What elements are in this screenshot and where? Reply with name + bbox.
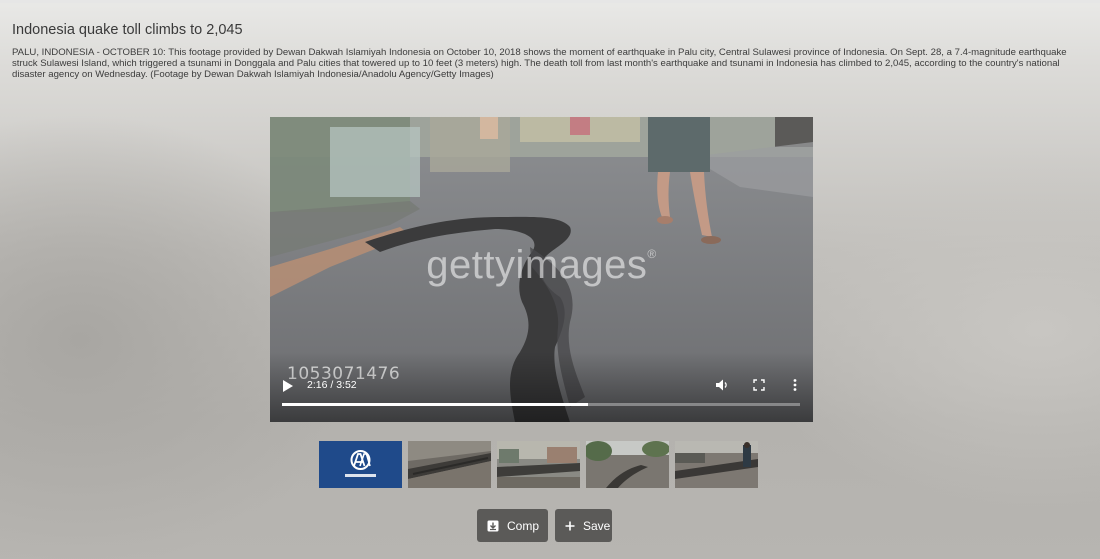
save-button[interactable]: Save — [555, 509, 612, 542]
play-icon[interactable] — [283, 379, 293, 392]
fullscreen-icon[interactable] — [752, 378, 766, 392]
anadolu-logo-icon — [319, 441, 402, 488]
thumbnail-frame[interactable] — [586, 441, 669, 488]
save-button-label: Save — [583, 518, 611, 533]
header: Indonesia quake toll climbs to 2,045 PAL… — [12, 22, 1082, 81]
thumbnail-frame[interactable] — [408, 441, 491, 488]
thumbnail-logo[interactable] — [319, 441, 402, 488]
top-border — [0, 0, 1100, 3]
page-title: Indonesia quake toll climbs to 2,045 — [12, 22, 243, 38]
watermark-registered-mark: ® — [647, 247, 657, 261]
video-caption: PALU, INDONESIA - OCTOBER 10: This foota… — [12, 47, 1067, 81]
plus-icon — [565, 521, 575, 531]
thumbnail-frame[interactable] — [497, 441, 580, 488]
comp-button-label: Comp — [507, 518, 540, 533]
watermark-text: gettyimages — [426, 243, 648, 287]
download-icon — [487, 520, 499, 532]
progress-fill — [282, 403, 588, 406]
getty-watermark: gettyimages® — [270, 243, 813, 288]
more-options-icon[interactable] — [788, 378, 802, 392]
comp-button[interactable]: Comp — [477, 509, 548, 542]
volume-icon[interactable] — [715, 378, 729, 392]
thumbnail-strip — [319, 441, 759, 488]
progress-bar[interactable] — [282, 403, 800, 406]
time-display: 2:16 / 3:52 — [307, 379, 357, 391]
thumbnail-frame[interactable] — [675, 441, 758, 488]
